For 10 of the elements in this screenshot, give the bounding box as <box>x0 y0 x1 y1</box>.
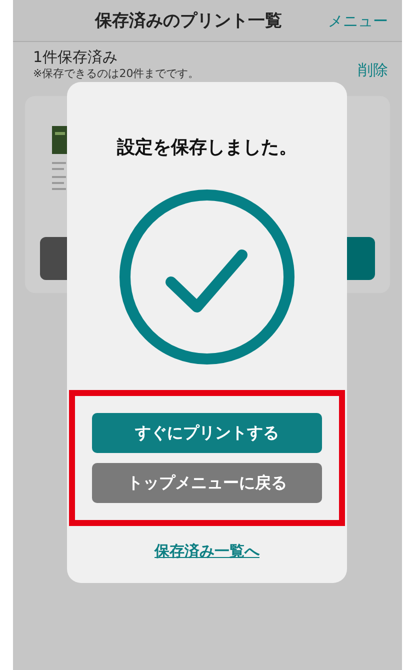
saved-count: 1件保存済み <box>33 47 119 67</box>
limit-note: ※保存できるのは20件までです。 <box>33 67 200 80</box>
saved-list-link[interactable]: 保存済み一覧へ <box>154 540 260 562</box>
print-now-button[interactable]: すぐにプリントする <box>92 413 322 453</box>
dialog-message: 設定を保存しました。 <box>117 136 297 160</box>
delete-link[interactable]: 削除 <box>358 59 388 82</box>
menu-link[interactable]: メニュー <box>328 10 388 32</box>
page-title: 保存済みのプリント一覧 <box>95 10 282 33</box>
check-circle-icon <box>119 189 295 365</box>
top-menu-button[interactable]: トップメニューに戻る <box>92 463 322 503</box>
